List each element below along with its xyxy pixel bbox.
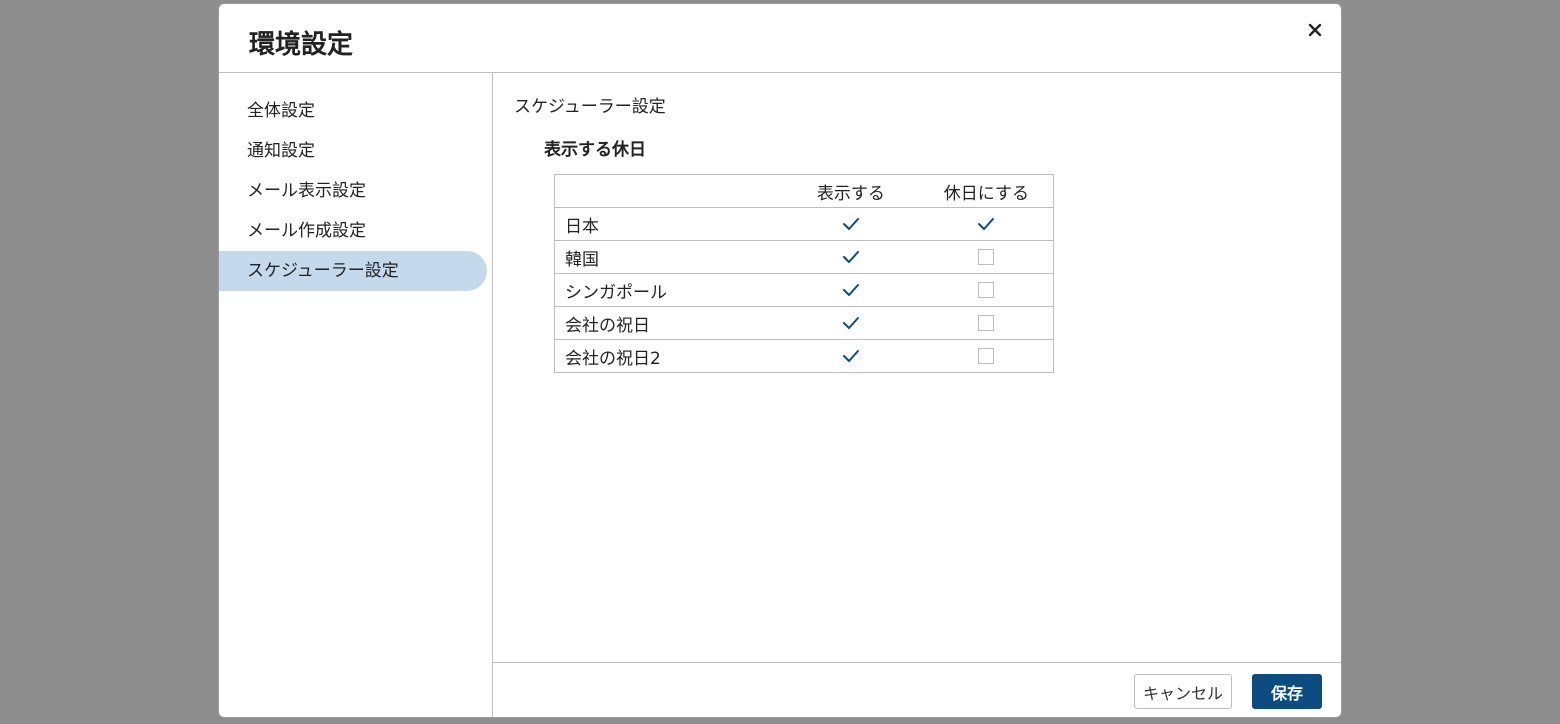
sidebar-item-general[interactable]: 全体設定 (219, 91, 487, 131)
table-row: 会社の祝日 (554, 306, 1054, 340)
checkmark-icon (842, 218, 859, 230)
sidebar-item-mail-compose[interactable]: メール作成設定 (219, 211, 487, 251)
holiday-checkbox[interactable] (978, 315, 995, 331)
show-checkbox-checked[interactable] (841, 214, 861, 234)
table-row: 会社の祝日2 (554, 339, 1054, 373)
holiday-table: 表示する 休日にする 日本 韓国 シンガポール 会社の祝日 会社の祝日2 (554, 174, 1054, 373)
checkmark-icon (842, 350, 859, 362)
dialog-header: 環境設定 (219, 4, 1341, 73)
table-header-row: 表示する 休日にする (554, 174, 1054, 208)
holiday-checkbox[interactable] (978, 348, 995, 364)
subsection-title: 表示する休日 (544, 140, 646, 160)
section-title: スケジューラー設定 (514, 97, 666, 117)
column-header-holiday: 休日にする (919, 174, 1054, 208)
checkmark-icon (842, 317, 859, 329)
sidebar-item-mail-display[interactable]: メール表示設定 (219, 171, 487, 211)
settings-sidebar: 全体設定 通知設定 メール表示設定 メール作成設定 スケジューラー設定 (219, 73, 493, 717)
holiday-cell (919, 207, 1054, 241)
holiday-calendar-name: 会社の祝日2 (554, 339, 783, 373)
table-row: 韓国 (554, 240, 1054, 274)
show-cell (782, 207, 920, 241)
cancel-button[interactable]: キャンセル (1134, 674, 1232, 709)
checkmark-icon (978, 218, 995, 230)
checkmark-icon (842, 251, 859, 263)
show-cell (782, 240, 920, 274)
holiday-calendar-name: 会社の祝日 (554, 306, 783, 340)
preferences-dialog: 環境設定 全体設定 通知設定 メール表示設定 メール作成設定 スケジューラー設定… (218, 3, 1342, 718)
sidebar-item-scheduler[interactable]: スケジューラー設定 (219, 251, 487, 291)
holiday-checkbox[interactable] (978, 249, 995, 265)
holiday-checkbox-checked[interactable] (976, 214, 996, 234)
table-row: 日本 (554, 207, 1054, 241)
holiday-cell (919, 240, 1054, 274)
holiday-calendar-name: 日本 (554, 207, 783, 241)
close-button[interactable] (1303, 18, 1327, 42)
holiday-cell (919, 339, 1054, 373)
holiday-cell (919, 273, 1054, 307)
show-checkbox-checked[interactable] (841, 313, 861, 333)
close-icon (1308, 23, 1322, 37)
settings-content: スケジューラー設定 表示する休日 表示する 休日にする 日本 韓国 シンガポール 会社… (493, 73, 1341, 663)
holiday-checkbox[interactable] (978, 282, 995, 298)
column-header-show: 表示する (782, 174, 920, 208)
sidebar-menu: 全体設定 通知設定 メール表示設定 メール作成設定 スケジューラー設定 (219, 91, 492, 291)
save-button[interactable]: 保存 (1252, 674, 1322, 709)
holiday-cell (919, 306, 1054, 340)
show-cell (782, 339, 920, 373)
show-checkbox-checked[interactable] (841, 247, 861, 267)
show-cell (782, 306, 920, 340)
holiday-calendar-name: 韓国 (554, 240, 783, 274)
show-checkbox-checked[interactable] (841, 346, 861, 366)
table-row: シンガポール (554, 273, 1054, 307)
checkmark-icon (842, 284, 859, 296)
column-header-name (554, 174, 783, 208)
dialog-footer: キャンセル 保存 (493, 662, 1341, 717)
show-cell (782, 273, 920, 307)
holiday-calendar-name: シンガポール (554, 273, 783, 307)
sidebar-item-notifications[interactable]: 通知設定 (219, 131, 487, 171)
dialog-title: 環境設定 (249, 30, 354, 60)
show-checkbox-checked[interactable] (841, 280, 861, 300)
